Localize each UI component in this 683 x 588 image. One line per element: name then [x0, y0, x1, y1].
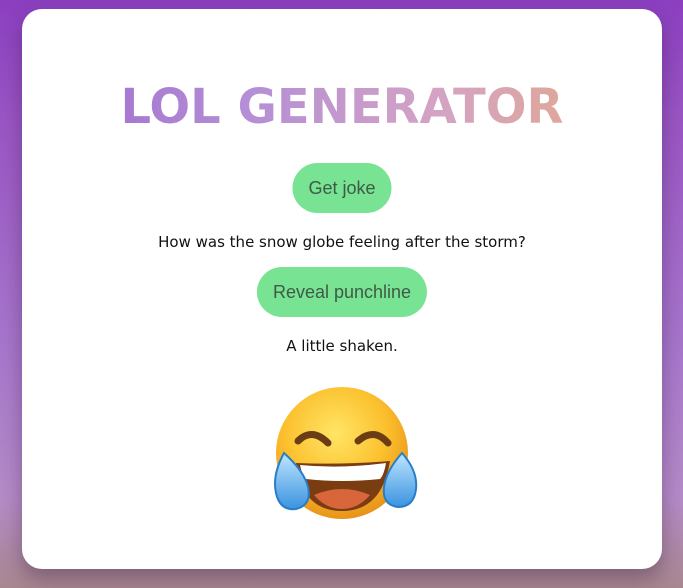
get-joke-button[interactable]: Get joke: [292, 163, 392, 213]
joke-punchline-text: A little shaken.: [286, 337, 398, 355]
joke-card: LOL GENERATOR Get joke How was the snow …: [22, 9, 662, 569]
page-title: LOL GENERATOR: [22, 79, 662, 135]
joke-setup-text: How was the snow globe feeling after the…: [158, 233, 526, 251]
face-with-tears-of-joy-icon: [274, 387, 418, 519]
reveal-punchline-button[interactable]: Reveal punchline: [256, 267, 428, 317]
